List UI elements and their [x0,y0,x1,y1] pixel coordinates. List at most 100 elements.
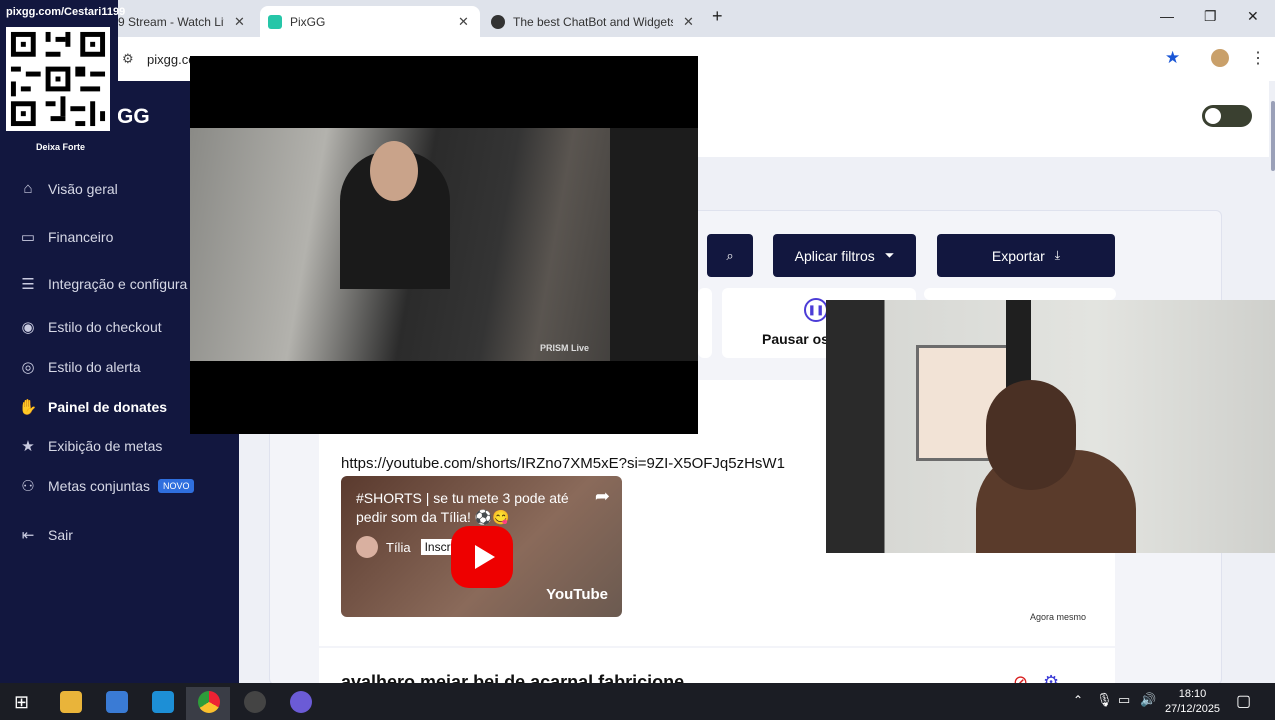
clock-time: 18:10 [1178,688,1207,700]
microphone-icon[interactable]: 🎙 [1096,692,1113,708]
download-icon: ⤓ [1054,248,1061,262]
windows-taskbar: ⊞ ⌃ 🎙 ▭ 🔊 18:10 27/12/2025 ▢ [0,683,1275,720]
close-icon[interactable]: ✕ [234,14,245,30]
share-icon[interactable]: ➦ [595,486,610,507]
block-icon[interactable]: ⊘ [1013,672,1028,683]
donation-card: avalhero meiar bei de acarnal fabricione… [319,648,1115,683]
channel-avatar [356,536,378,558]
close-icon[interactable]: ✕ [683,14,694,30]
sidebar-item-label: Estilo do checkout [48,319,162,335]
sidebar-item-estilo-alerta[interactable]: ◎ Estilo do alerta [18,358,141,376]
share-icon: ⚇ [21,478,35,495]
discord-icon[interactable] [290,691,312,713]
youtube-logo: YouTube [546,586,608,603]
brand-logo: GG [117,105,150,128]
sidebar-item-exibicao-metas[interactable]: ★ Exibição de metas [18,437,162,455]
new-tab-button[interactable]: + [712,6,723,27]
stream-watermark: PRISM Live [540,343,590,353]
sidebar-item-label: Exibição de metas [48,438,163,454]
file-explorer-icon[interactable] [60,691,82,713]
filter-icon: ⏷ [884,248,895,262]
restore-button[interactable]: ❐ [1204,8,1217,25]
stat-card [924,288,1116,300]
sidebar-item-label: Financeiro [48,229,114,245]
pause-icon: ❚❚ [804,298,828,322]
tab-title: PixGG [290,14,326,29]
sidebar-item-label: Painel de donates [48,399,168,415]
network-icon[interactable]: ▭ [1118,692,1130,708]
export-label: Exportar [991,247,1045,264]
donation-time: Agora mesmo [1030,612,1087,622]
apply-filters-label: Aplicar filtros [794,247,875,264]
minimize-button[interactable]: — [1160,8,1174,24]
notifications-icon[interactable]: ▢ [1236,691,1251,711]
logout-icon: ⇤ [21,527,35,544]
person-head [986,380,1076,490]
youtube-embed[interactable]: #SHORTS | se tu mete 3 pode até pedir so… [341,476,622,617]
theme-toggle[interactable] [1202,105,1252,127]
donation-message: avalhero meiar bei de acarnal fabricione [341,672,685,683]
tab-chatbot[interactable]: The best ChatBot and Widgets f ✕ [485,6,707,37]
store-icon[interactable] [106,691,128,713]
hand-coin-icon: ✋ [18,399,38,416]
scrollbar[interactable] [1271,101,1275,171]
tab-title: The best ChatBot and Widgets f [513,14,673,29]
new-badge: NOVO [157,479,195,493]
stream-chat-panel [610,128,698,361]
stream-video-overlay: PRISM Live [190,56,698,434]
qr-overlay: pixgg.com/Cestari1199 [0,0,125,134]
sidebar-item-label: Estilo do alerta [48,359,141,375]
sidebar-item-financeiro[interactable]: ▭ Financeiro [18,228,113,246]
sidebar-item-painel-donates[interactable]: ✋ Painel de donates [18,398,167,416]
sidebar-item-visao-geral[interactable]: ⌂ Visão geral [18,180,118,197]
wallet-icon: ▭ [20,229,36,246]
sidebar-item-integracao[interactable]: ☰ Integração e configura [18,275,187,293]
home-icon: ⌂ [23,180,33,197]
sidebar-item-label: Visão geral [48,180,118,197]
volume-icon[interactable]: 🔊 [1140,692,1156,708]
qr-code-icon [6,27,110,131]
clock-date: 27/12/2025 [1165,703,1221,715]
brand-subtitle: Deixa Forte [36,142,86,152]
tab-stream[interactable]: 9 Stream - Watch Live ✕ [118,6,258,37]
sidebar-item-metas-conjuntas[interactable]: ⚇ Metas conjuntas NOVO [18,477,195,495]
sidebar-item-label: Integração e configura [48,276,188,292]
chrome-icon [198,691,220,713]
stat-card [698,288,712,358]
menu-kebab-icon[interactable]: ⋮ [1250,48,1266,68]
tray-chevron-icon[interactable]: ⌃ [1073,693,1083,707]
browser-tab-strip: 9 Stream - Watch Live ✕ PixGG ✕ The best… [0,0,1275,37]
star-icon: ★ [21,438,35,455]
search-button[interactable]: ⌕ [707,234,753,277]
profile-avatar[interactable] [1211,49,1229,67]
obs-icon[interactable] [244,691,266,713]
channel-name: Tília [386,539,411,555]
apply-filters-button[interactable]: Aplicar filtros ⏷ [773,234,916,277]
tab-pixgg[interactable]: PixGG ✕ [260,6,480,37]
qr-label: pixgg.com/Cestari1199 [6,6,126,18]
video-title: #SHORTS | se tu mete 3 pode até pedir so… [356,490,569,525]
toggle-knob [1205,108,1221,124]
donation-link[interactable]: https://youtube.com/shorts/IRZno7XM5xE?s… [341,455,785,472]
tab-title: 9 Stream - Watch Live [118,14,224,29]
system-clock[interactable]: 18:10 27/12/2025 [1165,687,1220,717]
document-icon: ☰ [21,276,35,293]
close-window-button[interactable]: ✕ [1247,8,1259,25]
settings-icon[interactable]: ⚙ [1043,672,1059,683]
chatbot-favicon-icon [491,14,505,29]
close-icon[interactable]: ✕ [458,14,469,30]
site-settings-icon[interactable]: ⚙ [122,51,134,67]
sidebar-item-label: Metas conjuntas [48,478,150,494]
pixgg-favicon-icon [268,14,282,29]
sidebar-item-estilo-checkout[interactable]: ◉ Estilo do checkout [18,318,162,336]
palette-icon: ◎ [21,359,35,376]
sidebar-item-sair[interactable]: ⇤ Sair [18,526,73,544]
mail-icon[interactable] [152,691,174,713]
bookmark-star-icon[interactable]: ★ [1165,48,1180,68]
webcam-overlay [826,300,1275,553]
sidebar-item-label: Sair [48,527,73,543]
export-button[interactable]: Exportar ⤓ [937,234,1115,277]
windows-start-icon[interactable]: ⊞ [14,692,29,713]
play-icon[interactable] [451,526,513,588]
search-icon: ⌕ [726,247,734,263]
